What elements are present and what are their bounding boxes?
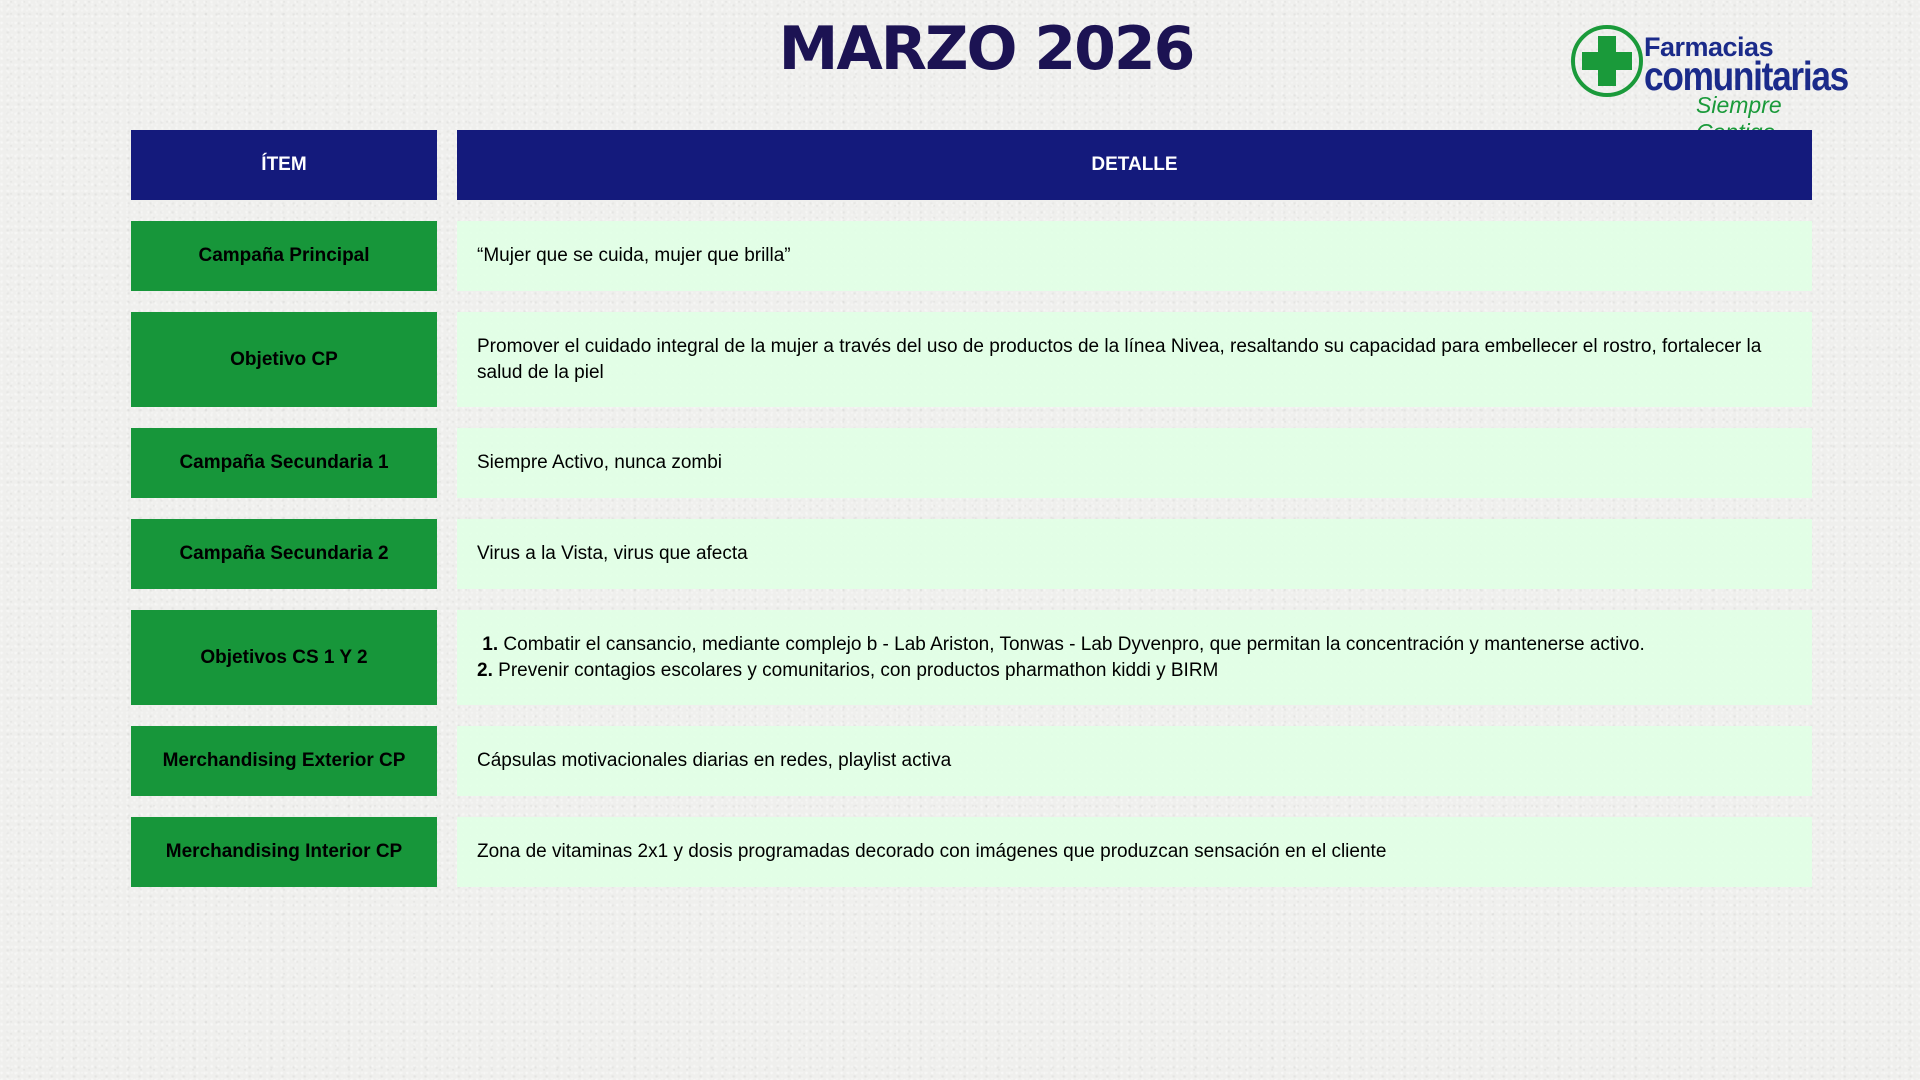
row-detail-merch-interior: Zona de vitaminas 2x1 y dosis programada… xyxy=(457,817,1812,887)
row-item-campana-principal: Campaña Principal xyxy=(131,221,437,291)
row-item-merch-exterior: Merchandising Exterior CP xyxy=(131,726,437,796)
cross-logo-icon xyxy=(1571,25,1643,97)
row-detail-campana-secundaria-1: Siempre Activo, nunca zombi xyxy=(457,428,1812,498)
row-item-campana-secundaria-2: Campaña Secundaria 2 xyxy=(131,519,437,589)
row-detail-campana-principal: “Mujer que se cuida, mujer que brilla” xyxy=(457,221,1812,291)
row-detail-objetivos-cs: 1. Combatir el cansancio, mediante compl… xyxy=(457,610,1812,705)
brand-logo: Farmacias comunitarias Siempre Contigo xyxy=(1568,22,1858,145)
row-detail-merch-exterior: Cápsulas motivacionales diarias en redes… xyxy=(457,726,1812,796)
row-item-campana-secundaria-1: Campaña Secundaria 1 xyxy=(131,428,437,498)
objective-line-2: 2. Prevenir contagios escolares y comuni… xyxy=(477,658,1645,684)
header-detail: DETALLE xyxy=(457,130,1812,200)
objective-text-1: Combatir el cansancio, mediante complejo… xyxy=(503,633,1645,655)
objective-number-2: 2. xyxy=(477,659,493,681)
header-item: ÍTEM xyxy=(131,130,437,200)
row-item-objetivos-cs: Objetivos CS 1 Y 2 xyxy=(131,610,437,705)
objective-line-1: 1. Combatir el cansancio, mediante compl… xyxy=(477,632,1645,658)
row-item-objetivo-cp: Objetivo CP xyxy=(131,312,437,407)
objective-number-1: 1. xyxy=(482,633,499,655)
row-item-merch-interior: Merchandising Interior CP xyxy=(131,817,437,887)
objective-text-2: Prevenir contagios escolares y comunitar… xyxy=(498,659,1219,681)
row-detail-objetivo-cp: Promover el cuidado integral de la mujer… xyxy=(457,312,1812,407)
row-detail-campana-secundaria-2: Virus a la Vista, virus que afecta xyxy=(457,519,1812,589)
